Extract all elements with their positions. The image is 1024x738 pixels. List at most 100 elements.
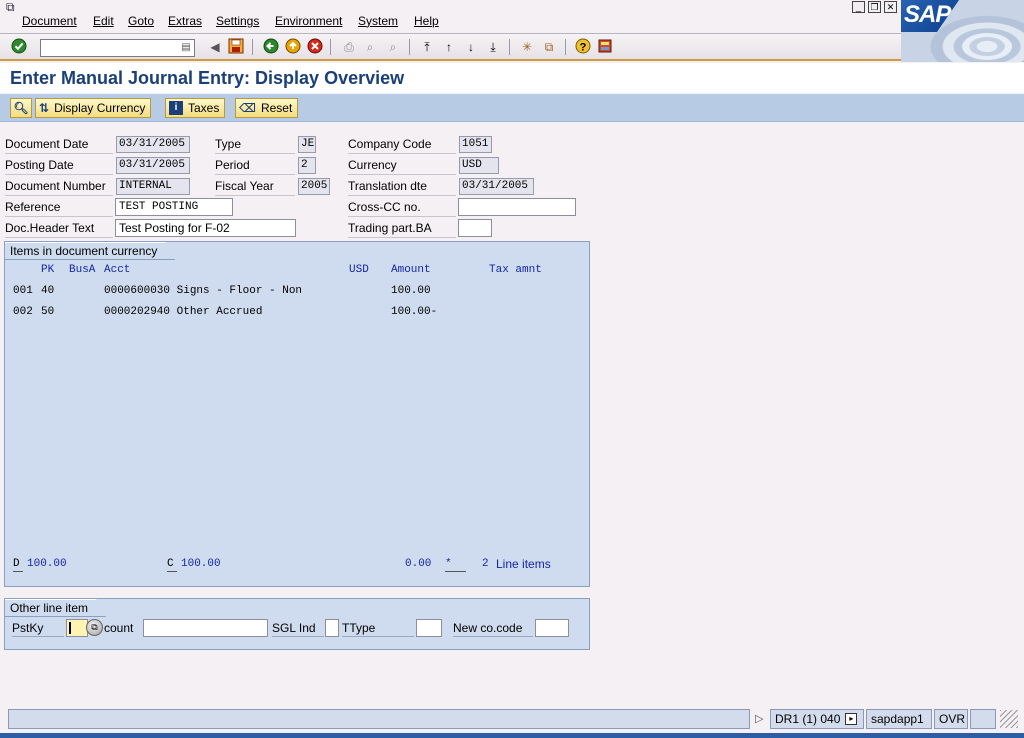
account-input[interactable]: [143, 619, 268, 637]
amount: 100.00: [391, 285, 431, 297]
new-company-code-input[interactable]: [535, 619, 569, 637]
currency-label: Currency: [348, 157, 456, 175]
document-date-field[interactable]: 03/31/2005: [116, 136, 190, 153]
menu-system[interactable]: System: [358, 14, 398, 28]
new-company-code-label: New co.code: [453, 620, 533, 637]
menu-settings[interactable]: Settings: [216, 14, 259, 28]
enter-icon[interactable]: [10, 38, 28, 56]
fiscal-year-label: Fiscal Year: [215, 178, 295, 196]
sgl-ind-label: SGL Ind: [272, 620, 324, 637]
posting-key-input[interactable]: [66, 619, 88, 637]
resize-grip-icon[interactable]: [1000, 710, 1018, 728]
status-message-area: [8, 709, 750, 729]
period-field[interactable]: 2: [298, 157, 316, 174]
close-window-icon[interactable]: ✕: [884, 1, 897, 13]
insert-mode[interactable]: OVR: [934, 709, 968, 729]
doc-header-text-field[interactable]: Test Posting for F-02: [115, 219, 296, 237]
ttype-input[interactable]: [416, 619, 442, 637]
type-label: Type: [215, 136, 295, 154]
command-history-icon[interactable]: ▤: [180, 41, 192, 55]
info-icon: i: [169, 101, 183, 115]
scroll-left-icon[interactable]: ◀: [206, 38, 224, 56]
menu-extras[interactable]: Extras: [168, 14, 202, 28]
posting-date-label: Posting Date: [5, 157, 113, 175]
menu-edit[interactable]: Edit: [93, 14, 114, 28]
find-icon[interactable]: ⌕: [361, 38, 379, 56]
sap-logo: SAP: [901, 0, 1024, 62]
system-info[interactable]: DR1 (1) 040 ▸: [770, 709, 864, 729]
sgl-ind-input[interactable]: [325, 619, 339, 637]
column-currency[interactable]: USD: [349, 263, 369, 277]
column-tax-amount[interactable]: Tax amnt: [489, 263, 542, 277]
next-page-icon[interactable]: ↓: [462, 38, 480, 56]
trading-part-ba-label: Trading part.BA: [348, 220, 456, 238]
reset-button[interactable]: ⌫ Reset: [235, 98, 299, 118]
column-amount[interactable]: Amount: [391, 263, 431, 277]
exit-icon[interactable]: [284, 38, 302, 56]
column-acct[interactable]: Acct: [104, 263, 130, 277]
type-field[interactable]: JE: [298, 136, 316, 153]
previous-page-icon[interactable]: ↑: [440, 38, 458, 56]
first-page-icon[interactable]: ⤒: [418, 38, 436, 56]
maximize-icon[interactable]: ❐: [868, 1, 881, 13]
debit-total-label: D: [13, 557, 23, 572]
cancel-icon[interactable]: [306, 38, 324, 56]
amount: 100.00-: [391, 306, 438, 318]
reference-field[interactable]: TEST POSTING: [115, 198, 233, 216]
column-pk[interactable]: PK: [41, 263, 54, 277]
application-toolbar: 🔍︎ ⇅ Display Currency i Taxes ⌫ Reset: [0, 94, 1024, 122]
credit-total-label: C: [167, 557, 177, 572]
shortcut-icon[interactable]: ⧉: [540, 38, 558, 56]
account: 0000202940 Other Accrued: [104, 306, 263, 318]
account-label: count: [104, 621, 134, 635]
magnifier-icon: 🔍︎: [13, 101, 29, 115]
document-number-field[interactable]: INTERNAL: [116, 178, 190, 195]
display-currency-button[interactable]: ⇅ Display Currency: [35, 98, 152, 118]
item-number: 001: [13, 285, 33, 297]
help-icon[interactable]: ?: [574, 38, 592, 56]
taxes-button[interactable]: i Taxes: [165, 98, 226, 118]
doc-header-text-label: Doc.Header Text: [5, 220, 113, 238]
translation-date-field[interactable]: 03/31/2005: [459, 178, 534, 195]
system-info-dropdown-icon[interactable]: ▸: [845, 713, 858, 725]
create-session-icon[interactable]: ✳: [518, 38, 536, 56]
command-field[interactable]: ▤: [40, 39, 195, 57]
translation-date-label: Translation dte: [348, 178, 456, 196]
table-row[interactable]: 001 40 0000600030 Signs - Floor - Non 10…: [10, 282, 570, 298]
posting-date-field[interactable]: 03/31/2005: [116, 157, 190, 174]
account: 0000600030 Signs - Floor - Non: [104, 285, 303, 297]
find-next-icon[interactable]: ⌕: [384, 38, 402, 56]
item-number: 002: [13, 306, 33, 318]
menu-goto[interactable]: Goto: [128, 14, 154, 28]
display-document-button[interactable]: 🔍︎: [10, 98, 32, 118]
print-icon[interactable]: ⎙: [340, 38, 358, 56]
value-help-icon[interactable]: ⧉: [86, 619, 103, 636]
back-icon[interactable]: [262, 38, 280, 56]
menu-help[interactable]: Help: [414, 14, 439, 28]
status-extra: [970, 709, 996, 729]
menu-document[interactable]: Document: [22, 14, 77, 28]
document-date-label: Document Date: [5, 136, 113, 154]
window-menu-icon[interactable]: ⧉: [6, 1, 20, 13]
page-title: Enter Manual Journal Entry: Display Over…: [10, 68, 405, 88]
period-label: Period: [215, 157, 295, 175]
minimize-icon[interactable]: _: [852, 1, 865, 13]
other-line-item-title: Other line item: [5, 599, 106, 617]
table-row[interactable]: 002 50 0000202940 Other Accrued 100.00-: [10, 303, 570, 319]
layout-menu-icon[interactable]: [596, 38, 614, 56]
trading-part-ba-field[interactable]: [458, 219, 492, 237]
balance: 0.00: [405, 558, 432, 570]
line-items-label: Line items: [496, 557, 551, 571]
cross-cc-no-label: Cross-CC no.: [348, 199, 456, 217]
company-code-field[interactable]: 1051: [459, 136, 492, 153]
menu-environment[interactable]: Environment: [275, 14, 342, 28]
cross-cc-no-field[interactable]: [458, 198, 576, 216]
currency-field[interactable]: USD: [459, 157, 499, 174]
bottom-stripe: [0, 733, 1024, 738]
last-page-icon[interactable]: ⤓: [484, 38, 502, 56]
save-icon[interactable]: [227, 38, 245, 56]
column-busa[interactable]: BusA: [69, 263, 95, 277]
line-item-count: 2: [482, 558, 489, 570]
status-expand-icon[interactable]: ▷: [755, 712, 763, 725]
fiscal-year-field[interactable]: 2005: [298, 178, 330, 195]
